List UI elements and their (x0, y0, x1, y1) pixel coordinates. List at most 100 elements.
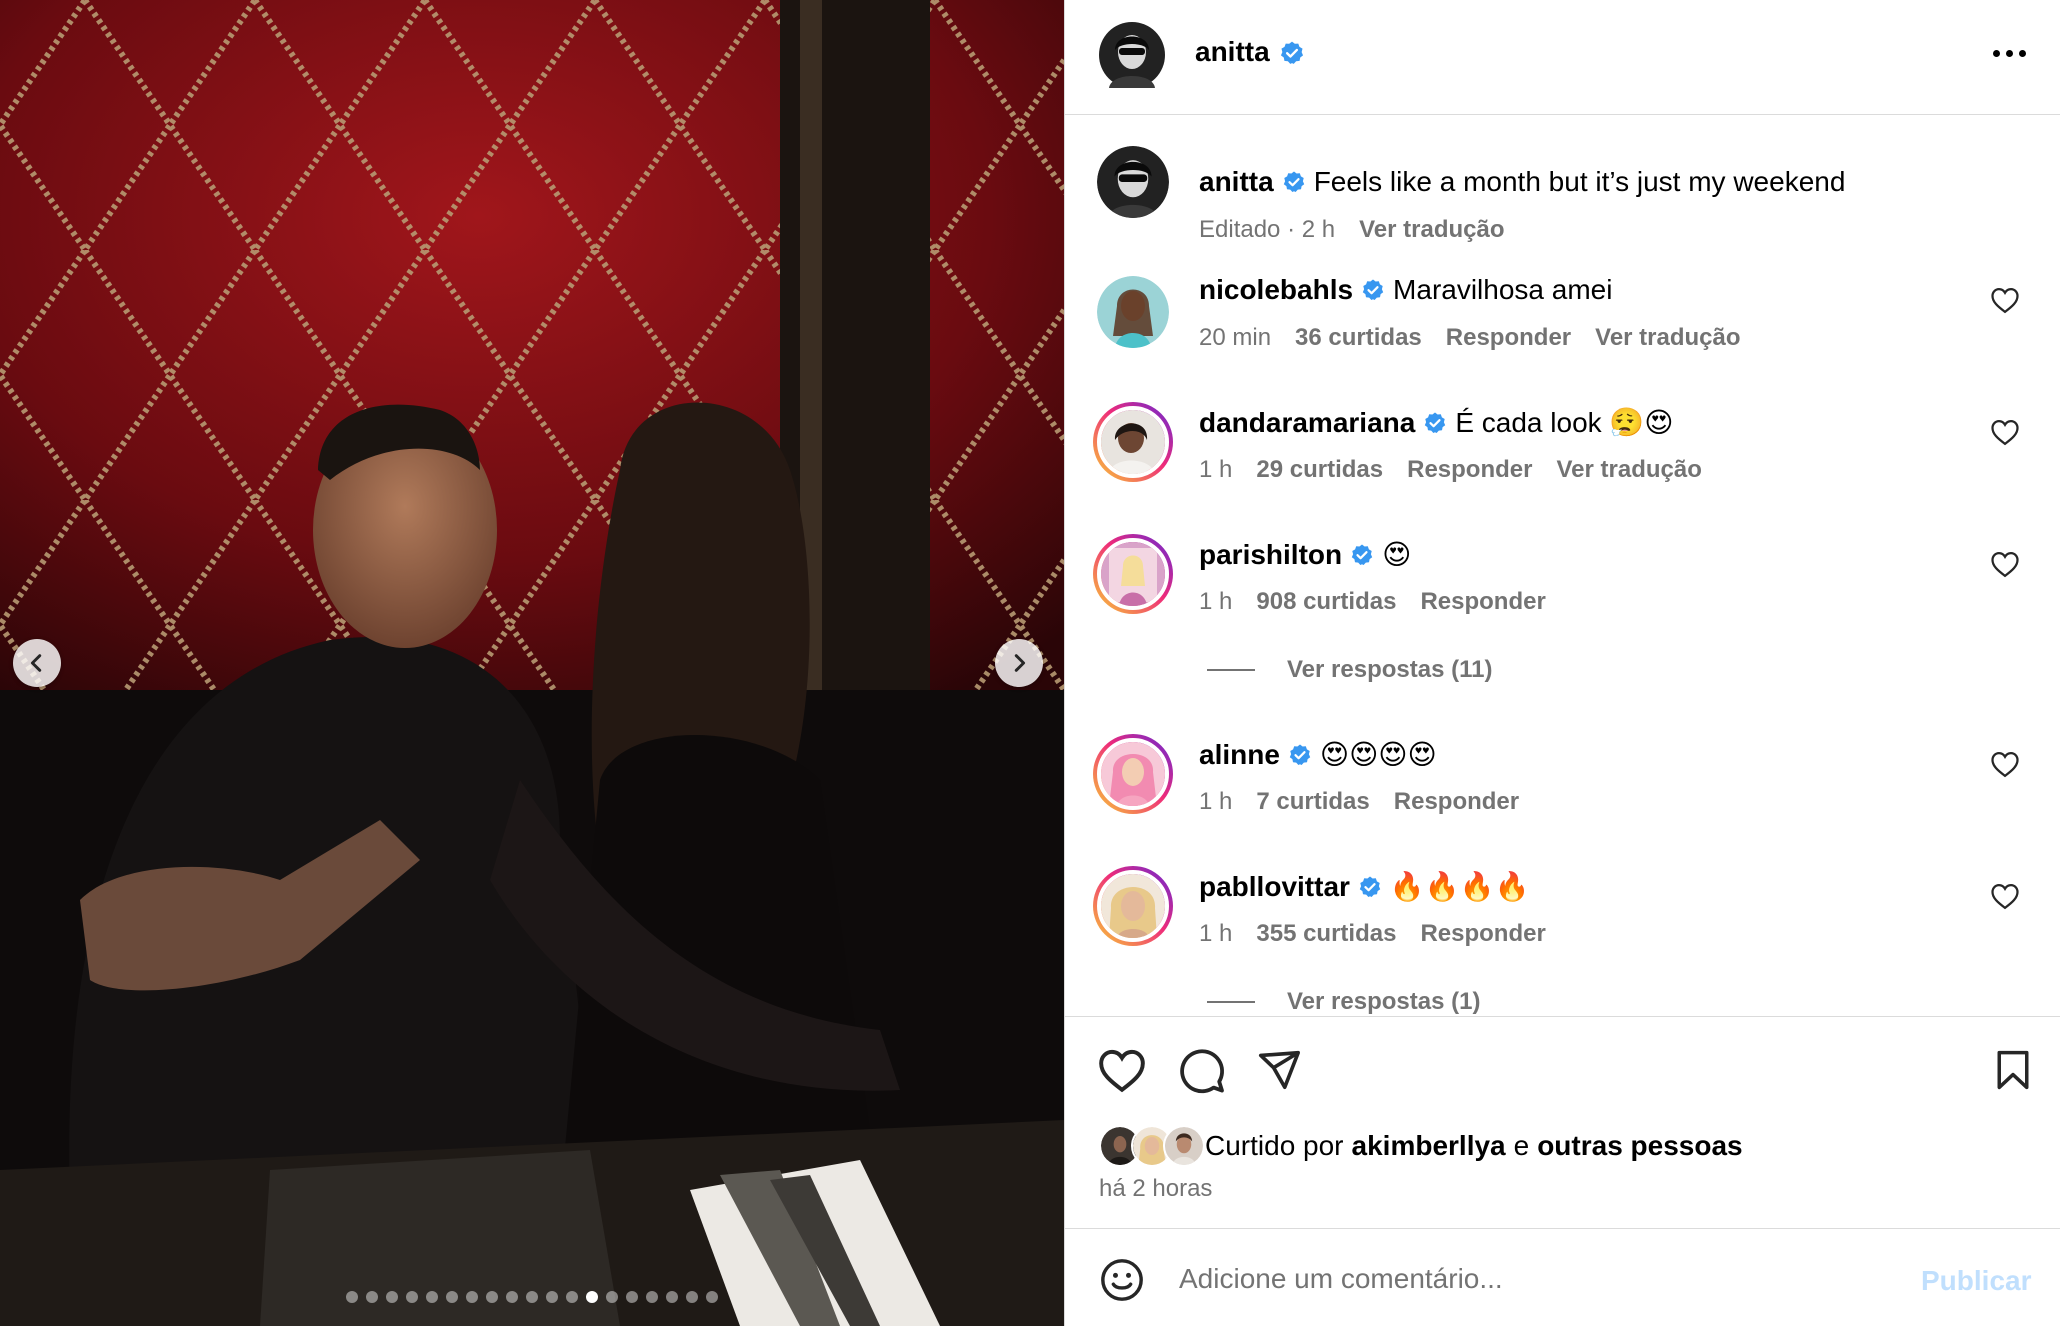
previous-image-button[interactable] (13, 639, 61, 687)
comment-likes[interactable]: 36 curtidas (1295, 324, 1422, 352)
translate-link[interactable]: Ver tradução (1359, 216, 1504, 244)
verified-badge-icon (1423, 411, 1447, 435)
commenter-avatar[interactable] (1093, 734, 1173, 814)
verified-badge-icon (1282, 170, 1306, 194)
carousel-dot (626, 1291, 638, 1303)
carousel-dot (366, 1291, 378, 1303)
carousel-dot-active (586, 1291, 598, 1303)
caption-text: Feels like a month but it’s just my week… (1313, 166, 1846, 197)
carousel-dot (406, 1291, 418, 1303)
comment-username[interactable]: nicolebahls (1199, 274, 1353, 306)
carousel-dot (566, 1291, 578, 1303)
more-options-button[interactable] (1993, 46, 2033, 60)
carousel-dot (686, 1291, 698, 1303)
author-avatar[interactable] (1099, 22, 1165, 88)
chevron-left-icon (30, 654, 42, 672)
carousel-dot (386, 1291, 398, 1303)
comments-list[interactable]: anitta Feels like a month but it’s just … (1065, 116, 2060, 1016)
chevron-right-icon (1014, 654, 1026, 672)
translate-link[interactable]: Ver tradução (1595, 324, 1740, 352)
view-replies-label: Ver respostas (1) (1287, 988, 1481, 1015)
liked-by-others[interactable]: outras pessoas (1537, 1130, 1742, 1162)
comment-username[interactable]: pabllovittar (1199, 871, 1350, 903)
author-username[interactable]: anitta (1195, 36, 1270, 68)
verified-badge-icon (1280, 41, 1304, 64)
reply-button[interactable]: Responder (1420, 920, 1545, 948)
comment-likes[interactable]: 29 curtidas (1256, 456, 1383, 484)
carousel-dot (486, 1291, 498, 1303)
share-paper-plane-icon[interactable] (1255, 1047, 1303, 1093)
post-time: há 2 horas (1099, 1175, 1213, 1202)
carousel-dot (606, 1291, 618, 1303)
liked-by-summary[interactable]: Curtido por akimberllya e outras pessoas (1099, 1125, 1743, 1167)
like-heart-icon[interactable] (1097, 1047, 1147, 1093)
carousel-dot (426, 1291, 438, 1303)
carousel-dot (466, 1291, 478, 1303)
comment-text: 🔥🔥🔥🔥 (1389, 871, 1530, 902)
heart-icon[interactable] (1990, 750, 2020, 778)
comment-likes[interactable]: 355 curtidas (1256, 920, 1396, 948)
liked-by-conj: e (1513, 1130, 1530, 1161)
view-replies-label: Ver respostas (11) (1287, 656, 1493, 683)
verified-badge-icon (1361, 278, 1385, 302)
comment-input[interactable] (1179, 1255, 1819, 1303)
comment-text: 😍 (1382, 539, 1412, 570)
heart-icon[interactable] (1990, 882, 2020, 910)
carousel-dot (546, 1291, 558, 1303)
comment-username[interactable]: anitta (1199, 166, 1274, 198)
verified-badge-icon (1358, 875, 1382, 899)
carousel-dot (346, 1291, 358, 1303)
comment-text: 😍😍😍😍 (1319, 739, 1437, 770)
commenter-avatar[interactable] (1093, 402, 1173, 482)
verified-badge-icon (1350, 543, 1374, 567)
comment-time: 1 h (1199, 456, 1233, 483)
post-details-panel: anitta anitta Feels like a month but it’… (1064, 0, 2060, 1326)
comment-username[interactable]: dandaramariana (1199, 407, 1415, 439)
comment-bubble-icon[interactable] (1177, 1047, 1227, 1095)
carousel-dot (506, 1291, 518, 1303)
liked-by-avatars (1099, 1125, 1205, 1167)
comment-time: 1 h (1199, 588, 1233, 615)
reply-button[interactable]: Responder (1407, 456, 1532, 484)
caption-author-avatar[interactable] (1097, 146, 1169, 218)
photo-image (0, 0, 1064, 1326)
reply-button[interactable]: Responder (1420, 588, 1545, 616)
next-image-button[interactable] (995, 639, 1043, 687)
comment-time: 1 h (1199, 920, 1233, 947)
translate-link[interactable]: Ver tradução (1556, 456, 1701, 484)
liked-by-user[interactable]: akimberllya (1352, 1130, 1506, 1162)
comment-username[interactable]: alinne (1199, 739, 1280, 771)
carousel-dot (646, 1291, 658, 1303)
bookmark-save-icon[interactable] (1991, 1047, 2035, 1093)
add-comment-bar: Publicar (1065, 1228, 2060, 1326)
verified-badge-icon (1288, 743, 1312, 767)
reply-button[interactable]: Responder (1446, 324, 1571, 352)
heart-icon[interactable] (1990, 286, 2020, 314)
liked-by-prefix: Curtido por (1205, 1130, 1344, 1161)
comment-username[interactable]: parishilton (1199, 539, 1342, 571)
caption-edited-time: Editado · 2 h (1199, 216, 1336, 243)
emoji-smiley-icon[interactable] (1099, 1257, 1145, 1303)
comment-time: 1 h (1199, 788, 1233, 815)
commenter-avatar[interactable] (1097, 276, 1169, 348)
comment-likes[interactable]: 908 curtidas (1256, 588, 1396, 616)
commenter-avatar[interactable] (1093, 866, 1173, 946)
replies-divider (1207, 669, 1255, 671)
publish-button[interactable]: Publicar (1921, 1265, 2031, 1297)
heart-icon[interactable] (1990, 550, 2020, 578)
view-replies-button[interactable]: Ver respostas (1) (1207, 988, 1480, 1016)
view-replies-button[interactable]: Ver respostas (11) (1207, 656, 1492, 684)
comment-time: 20 min (1199, 324, 1272, 351)
carousel-dot (526, 1291, 538, 1303)
post-photo[interactable] (0, 0, 1064, 1326)
comment-text: Maravilhosa amei (1393, 274, 1613, 305)
reply-button[interactable]: Responder (1394, 788, 1519, 816)
commenter-avatar[interactable] (1093, 534, 1173, 614)
comment-likes[interactable]: 7 curtidas (1256, 788, 1369, 816)
carousel-indicator (0, 1291, 1064, 1303)
post-header: anitta (1065, 0, 2060, 115)
comment-text: É cada look 😮‍💨😍 (1455, 407, 1674, 438)
heart-icon[interactable] (1990, 418, 2020, 446)
carousel-dot (706, 1291, 718, 1303)
post-actions: Curtido por akimberllya e outras pessoas… (1065, 1016, 2060, 1228)
